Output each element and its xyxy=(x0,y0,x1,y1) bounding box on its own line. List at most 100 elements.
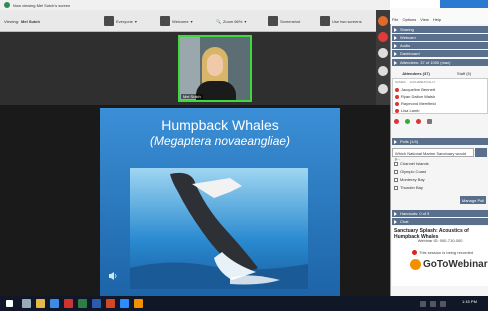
welcome-label: Welcome xyxy=(172,18,189,24)
file-explorer-icon[interactable] xyxy=(36,299,45,308)
section-attendees[interactable]: Attendees: 37 of 1000 (max) xyxy=(392,59,488,66)
screenshot-button[interactable]: Screenshot xyxy=(268,15,300,27)
attendee-tabs: Attendees (37) Staff (5) xyxy=(392,69,488,77)
chevron-down-icon: ▾ xyxy=(190,18,193,24)
manage-poll-button[interactable]: Manage Poll xyxy=(460,196,486,204)
viewing-label: Viewing: xyxy=(4,18,20,24)
list-item[interactable]: Jacqueline Bennett xyxy=(395,86,435,93)
everyone-button[interactable]: Everyone ▾ xyxy=(104,15,137,27)
taskbar-clock[interactable]: 1:15 PM xyxy=(462,299,477,304)
poll-option[interactable]: Thunder Bay xyxy=(394,185,423,190)
camera-icon xyxy=(268,16,278,26)
excel-icon[interactable] xyxy=(78,299,87,308)
section-label: Attendees: 37 of 1000 (max) xyxy=(400,60,451,65)
poll-option-label: Channel Islands xyxy=(400,161,429,166)
section-handouts[interactable]: Handouts: 0 of 5 xyxy=(392,210,488,217)
unmute-icon[interactable] xyxy=(405,118,410,124)
checkbox-icon xyxy=(394,161,398,166)
column-alphabetically[interactable]: ALPHABETICALLY xyxy=(410,80,436,84)
attendee-list: NAMES ALPHABETICALLY Jacqueline Bennett … xyxy=(392,78,488,114)
zoom-level-button[interactable]: 🔍 Zoom 66% ▾ xyxy=(216,15,246,27)
screen-button[interactable] xyxy=(378,66,388,76)
poll-dropdown-button[interactable] xyxy=(475,148,487,157)
speaker-video[interactable]: Mel Sutch xyxy=(178,35,252,102)
mic-muted-icon xyxy=(395,87,399,92)
everyone-label: Everyone xyxy=(116,18,133,24)
mic-muted-icon xyxy=(395,108,399,113)
mic-button[interactable] xyxy=(378,32,388,42)
attendee-name: Raymond Merrifield xyxy=(401,101,436,106)
two-screens-button[interactable]: Use two screens xyxy=(320,15,362,27)
menu-options[interactable]: Options xyxy=(402,17,416,22)
hand-button[interactable] xyxy=(378,84,388,94)
menu-help[interactable]: Help xyxy=(433,17,441,22)
expand-arrow-icon xyxy=(394,43,397,48)
tab-staff[interactable]: Staff (5) xyxy=(440,69,488,77)
section-webcam[interactable]: Webcam xyxy=(392,34,488,41)
collapse-panel-button[interactable] xyxy=(378,16,388,26)
section-dashboard[interactable]: Dashboard xyxy=(392,50,488,57)
checkbox-icon xyxy=(394,177,398,182)
expand-arrow-icon xyxy=(394,27,397,32)
poll-option[interactable]: Monterey Bay xyxy=(394,177,425,182)
gtw-control-strip xyxy=(376,10,390,105)
expand-arrow-icon xyxy=(394,211,397,216)
viewing-name: Mel Sutch xyxy=(21,18,40,24)
section-label: Sharing xyxy=(400,27,414,32)
mute-all-icon[interactable] xyxy=(394,118,399,124)
welcome-button[interactable]: Welcome ▾ xyxy=(160,15,193,27)
chrome-icon[interactable] xyxy=(64,299,73,308)
windows-taskbar: 1:15 PM xyxy=(0,296,488,311)
gotowebinar-icon[interactable] xyxy=(134,299,143,308)
attendee-settings-icon[interactable] xyxy=(427,118,432,124)
webcam-button[interactable] xyxy=(378,48,388,58)
mic-muted-icon xyxy=(395,101,399,106)
share-status-icon xyxy=(4,2,10,8)
menu-file[interactable]: File xyxy=(392,17,398,22)
battery-icon[interactable] xyxy=(440,301,446,307)
speaker-name-tag: Mel Sutch xyxy=(181,94,203,99)
volume-icon[interactable] xyxy=(430,301,436,307)
edge-icon[interactable] xyxy=(50,299,59,308)
chevron-down-icon: ▾ xyxy=(134,18,137,24)
monitor-icon xyxy=(320,16,330,26)
section-audio[interactable]: Audio xyxy=(392,42,488,49)
column-names[interactable]: NAMES xyxy=(395,80,406,84)
gtw-menu-bar: File Options View Help xyxy=(390,8,488,24)
search-icon[interactable] xyxy=(22,299,31,308)
zoom-icon[interactable] xyxy=(120,299,129,308)
list-item[interactable]: Raymond Merrifield xyxy=(395,100,436,107)
two-screens-label: Use two screens xyxy=(332,18,362,24)
attendee-name: Jacqueline Bennett xyxy=(401,87,436,92)
poll-question-select[interactable]: Which National Marine Sanctuary would y.… xyxy=(392,148,474,161)
recording-icon xyxy=(412,250,417,255)
tab-attendees[interactable]: Attendees (37) xyxy=(392,69,440,77)
brand-name: GoToWebinar xyxy=(423,259,488,270)
word-icon[interactable] xyxy=(92,299,101,308)
section-label: Chat xyxy=(400,219,409,224)
poll-option[interactable]: Channel Islands xyxy=(394,161,429,166)
webinar-id: Webinar ID: 000-710-000 xyxy=(417,238,463,243)
attendee-name: Lisa Lamb xyxy=(401,108,420,113)
menu-view[interactable]: View xyxy=(420,17,429,22)
zoom-toolbar: Viewing: Mel Sutch Everyone ▾ Welcome ▾ … xyxy=(0,10,390,32)
section-chat[interactable]: Chat xyxy=(392,218,488,225)
poll-option-label: Monterey Bay xyxy=(400,177,425,182)
section-sharing[interactable]: Sharing xyxy=(392,26,488,33)
expand-arrow-icon xyxy=(394,51,397,56)
section-polls[interactable]: Polls (1/4) xyxy=(392,138,488,145)
mic-muted-icon xyxy=(395,94,399,99)
people-icon xyxy=(104,16,114,26)
poll-option[interactable]: Olympic Coast xyxy=(394,169,426,174)
expand-arrow-icon xyxy=(394,60,397,65)
powerpoint-icon[interactable] xyxy=(106,299,115,308)
section-label: Polls (1/4) xyxy=(400,139,419,144)
list-item[interactable]: Ryan Dalton Walsh xyxy=(395,93,435,100)
remove-icon[interactable] xyxy=(416,118,421,124)
attendee-columns: NAMES ALPHABETICALLY xyxy=(395,80,435,84)
welcome-icon xyxy=(160,16,170,26)
attendee-name: Ryan Dalton Walsh xyxy=(401,94,436,99)
network-icon[interactable] xyxy=(420,301,426,307)
list-item[interactable]: Lisa Lamb xyxy=(395,107,419,114)
start-icon[interactable] xyxy=(6,300,13,307)
